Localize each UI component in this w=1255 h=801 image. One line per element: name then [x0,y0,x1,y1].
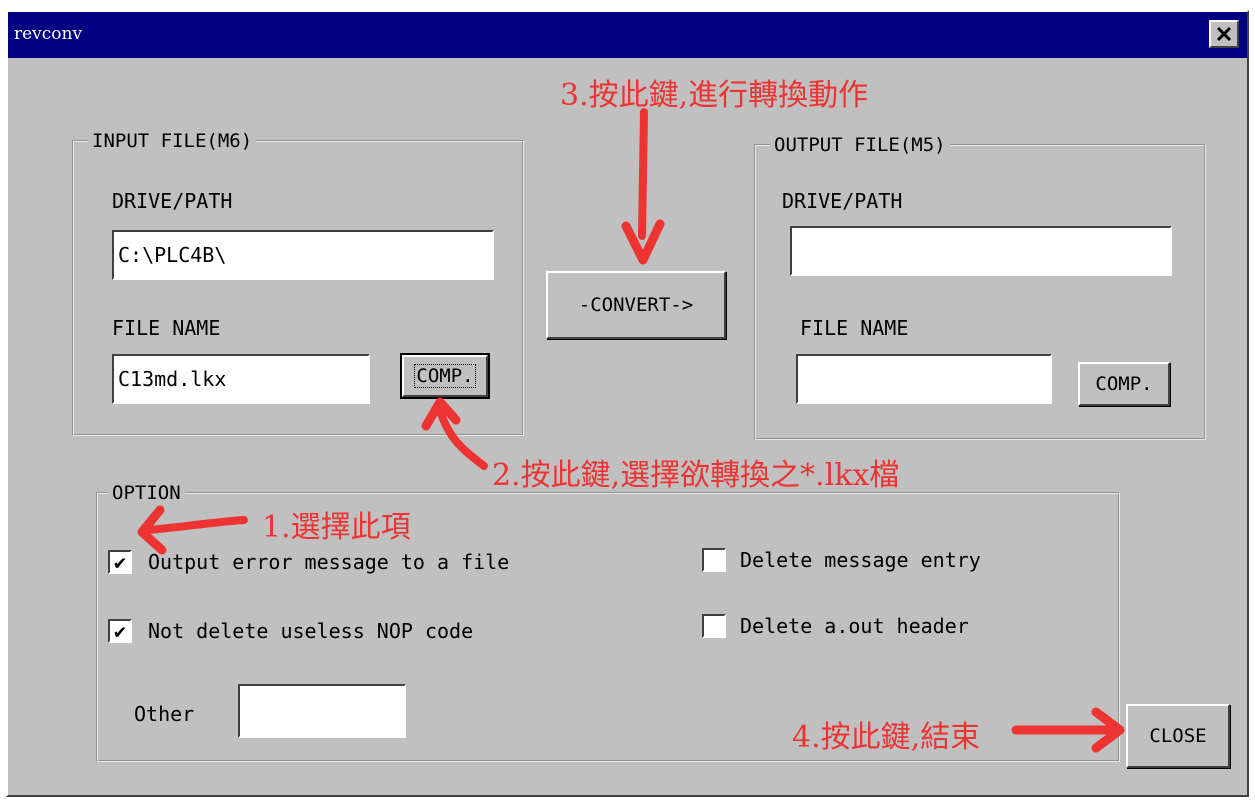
title-bar: revconv [8,12,1247,58]
output-file-name-field[interactable] [796,354,1052,404]
window-title: revconv [14,24,83,44]
input-path-field[interactable]: C:\PLC4B\ [112,230,494,280]
output-file-legend: OUTPUT FILE(M5) [770,134,950,156]
input-comp-label: COMP. [414,364,476,388]
delete-aout-header-checkbox[interactable] [702,614,726,638]
annotation-step1: 1.選擇此項 [262,510,411,545]
other-label: Other [134,702,195,726]
input-path-label: DRIVE/PATH [112,189,233,213]
input-comp-button[interactable]: COMP. [400,353,490,399]
not-delete-nop-checkbox[interactable]: ✔ [108,619,132,643]
close-icon [1216,26,1232,42]
input-file-legend: INPUT FILE(M6) [88,130,257,152]
not-delete-nop-label[interactable]: Not delete useless NOP code [148,619,473,643]
arrow-left-icon [137,505,248,555]
output-path-label: DRIVE/PATH [782,189,903,213]
convert-button[interactable]: -CONVERT-> [546,271,726,339]
delete-message-entry-checkbox[interactable] [702,548,726,572]
arrow-right-icon [1011,707,1125,753]
output-error-checkbox[interactable]: ✔ [108,550,132,574]
annotation-step3: 3.按此鍵,進行轉換動作 [560,78,869,113]
output-path-field[interactable] [790,226,1172,276]
arrow-down-icon [621,108,665,265]
output-file-name-label: FILE NAME [800,316,909,340]
input-file-name-field[interactable]: C13md.lkx [112,354,370,404]
close-label: CLOSE [1149,725,1207,747]
close-button[interactable]: CLOSE [1126,704,1230,768]
annotation-step2: 2.按此鍵,選擇欲轉換之*.lkx檔 [492,458,900,493]
arrow-up-icon [421,397,488,470]
input-file-name-label: FILE NAME [112,316,221,340]
delete-message-entry-label[interactable]: Delete message entry [740,548,981,572]
output-comp-button[interactable]: COMP. [1078,362,1170,406]
annotation-step4: 4.按此鍵,結束 [792,720,981,755]
output-comp-label: COMP. [1095,373,1153,395]
window-close-button[interactable] [1209,20,1239,48]
other-field[interactable] [238,684,406,738]
delete-aout-header-label[interactable]: Delete a.out header [740,614,969,638]
convert-label: -CONVERT-> [578,294,694,316]
